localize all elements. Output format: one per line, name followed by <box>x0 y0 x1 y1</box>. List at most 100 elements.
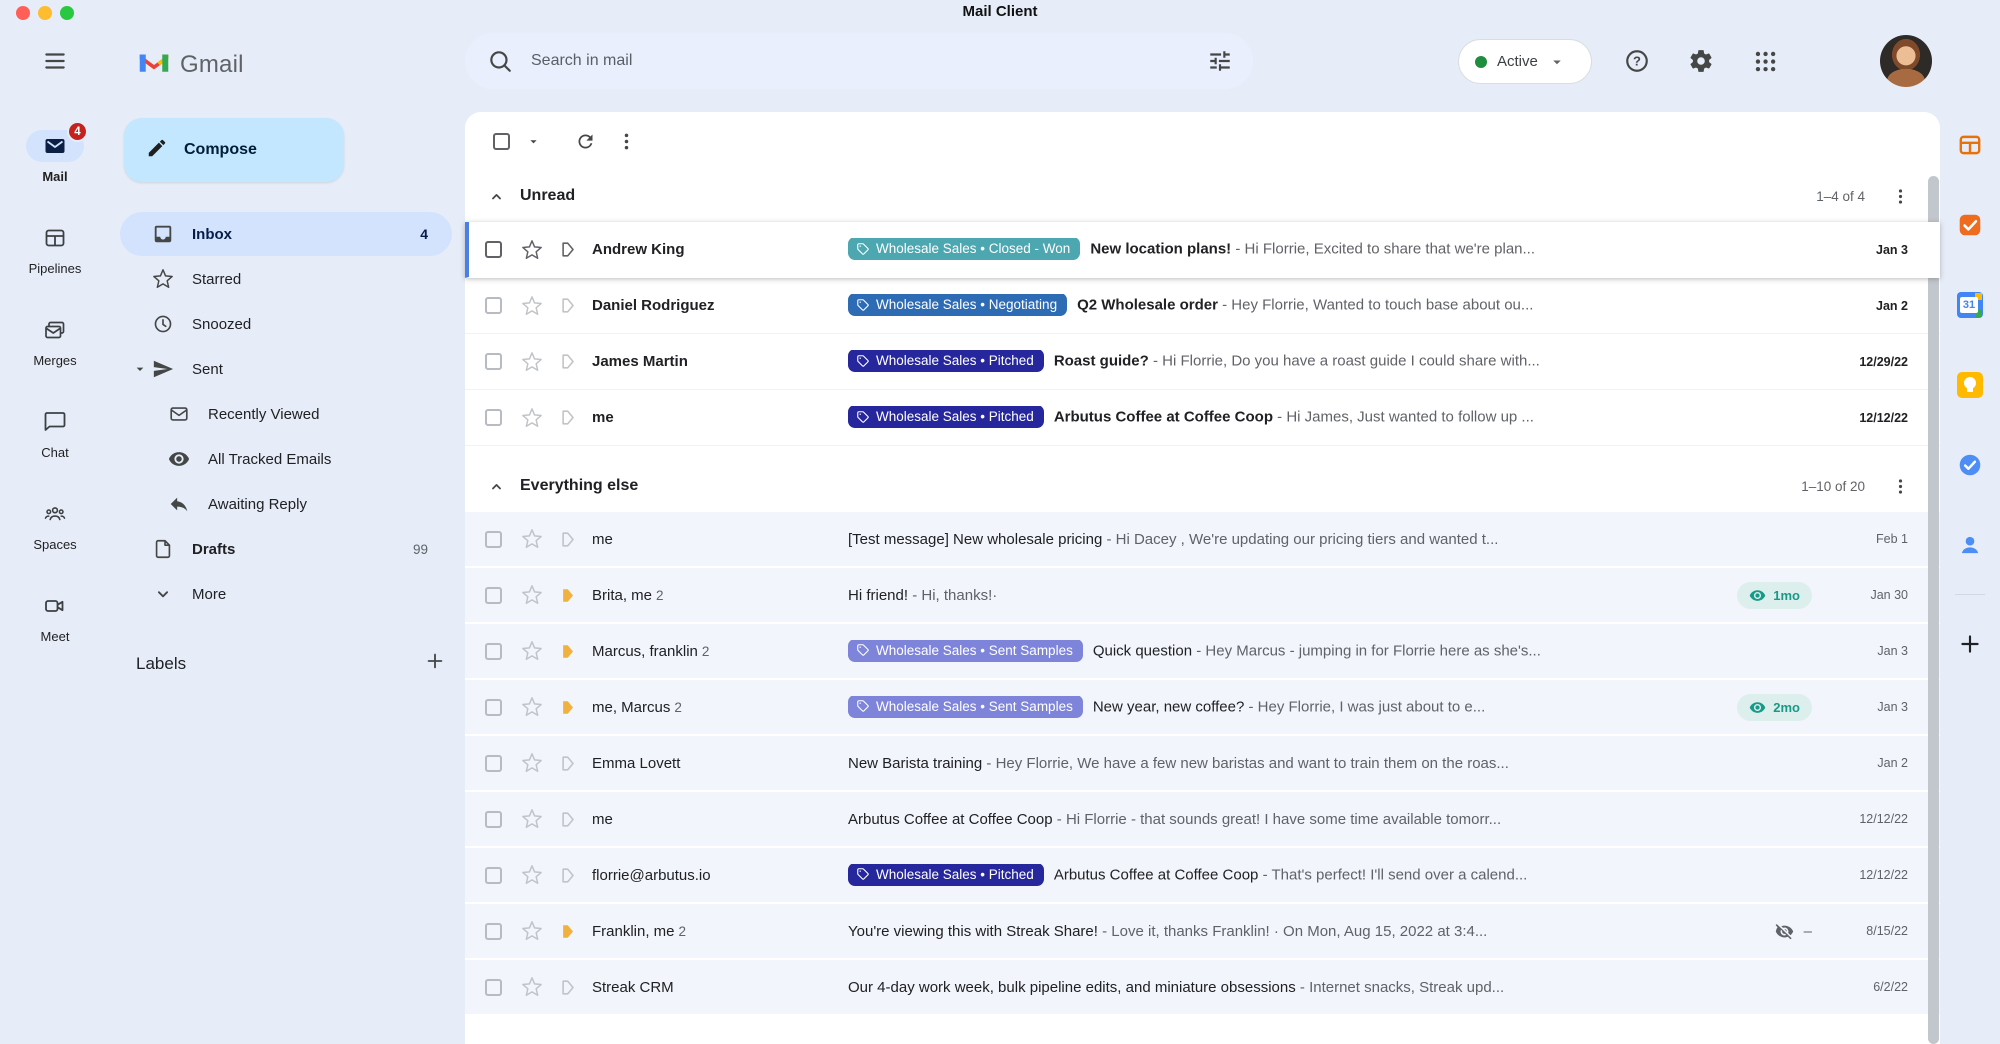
rail-item-mail[interactable]: 4Mail <box>0 130 110 186</box>
scrollbar[interactable] <box>1928 176 1939 1044</box>
expand-caret-icon[interactable] <box>132 361 152 377</box>
create-label-icon[interactable] <box>424 650 446 677</box>
row-checkbox[interactable] <box>485 867 502 884</box>
keep-icon[interactable] <box>1957 372 1983 398</box>
star-icon[interactable] <box>521 407 543 429</box>
sidebar-item-all-tracked-emails[interactable]: All Tracked Emails <box>120 437 452 481</box>
streak-pipeline-icon[interactable] <box>557 351 578 372</box>
mail-row[interactable]: Franklin, me2You're viewing this with St… <box>465 904 1940 960</box>
sidebar-item-awaiting-reply[interactable]: Awaiting Reply <box>120 482 452 526</box>
row-checkbox[interactable] <box>485 699 502 716</box>
streak-pipeline-icon[interactable] <box>557 585 578 606</box>
mail-row[interactable]: Daniel RodriguezWholesale Sales • Negoti… <box>465 278 1940 334</box>
rail-item-pipelines[interactable]: Pipelines <box>0 222 110 278</box>
row-checkbox[interactable] <box>485 811 502 828</box>
streak-pipeline-icon[interactable] <box>557 809 578 830</box>
mail-row[interactable]: florrie@arbutus.ioWholesale Sales • Pitc… <box>465 848 1940 904</box>
google-apps-grid-icon[interactable] <box>1752 48 1778 74</box>
streak-pipeline-icon[interactable] <box>557 865 578 886</box>
star-icon[interactable] <box>521 920 543 942</box>
streak-pipelines-icon[interactable] <box>1957 132 1983 158</box>
refresh-icon[interactable] <box>569 125 602 158</box>
collapse-section-icon[interactable] <box>487 187 506 206</box>
search-bar[interactable] <box>465 33 1253 89</box>
mail-row[interactable]: Brita, me2Hi friend! - Hi, thanks!·1moJa… <box>465 568 1940 624</box>
star-icon[interactable] <box>521 584 543 606</box>
mail-row[interactable]: Marcus, franklin2Wholesale Sales • Sent … <box>465 624 1940 680</box>
star-icon[interactable] <box>521 696 543 718</box>
streak-pipeline-icon[interactable] <box>557 407 578 428</box>
main-menu-icon[interactable] <box>42 48 68 74</box>
rail-item-merges[interactable]: Merges <box>0 314 110 370</box>
tasks-icon[interactable] <box>1957 452 1983 478</box>
streak-pipeline-icon[interactable] <box>557 921 578 942</box>
mail-row[interactable]: meWholesale Sales • PitchedArbutus Coffe… <box>465 390 1940 446</box>
streak-pipeline-icon[interactable] <box>557 641 578 662</box>
mail-row[interactable]: me, Marcus2Wholesale Sales • Sent Sample… <box>465 680 1940 736</box>
email-tracking-badge[interactable]: 1mo <box>1737 582 1812 609</box>
star-icon[interactable] <box>521 864 543 886</box>
streak-pipeline-icon[interactable] <box>557 529 578 550</box>
more-options-icon[interactable] <box>610 125 643 158</box>
mail-row[interactable]: Emma LovettNew Barista training - Hey Fl… <box>465 736 1940 792</box>
rail-item-spaces[interactable]: Spaces <box>0 498 110 554</box>
pipeline-stage-badge[interactable]: Wholesale Sales • Sent Samples <box>848 640 1083 662</box>
mail-row[interactable]: meArbutus Coffee at Coffee Coop - Hi Flo… <box>465 792 1940 848</box>
row-checkbox[interactable] <box>485 979 502 996</box>
row-checkbox[interactable] <box>485 297 502 314</box>
select-all-checkbox[interactable] <box>493 133 510 150</box>
star-icon[interactable] <box>521 239 543 261</box>
sidebar-item-more[interactable]: More <box>120 572 452 616</box>
rail-item-chat[interactable]: Chat <box>0 406 110 462</box>
streak-pipeline-icon[interactable] <box>557 753 578 774</box>
pipeline-stage-badge[interactable]: Wholesale Sales • Pitched <box>848 406 1044 428</box>
row-checkbox[interactable] <box>485 755 502 772</box>
sidebar-item-starred[interactable]: Starred <box>120 257 452 301</box>
rail-item-meet[interactable]: Meet <box>0 590 110 646</box>
pipeline-stage-badge[interactable]: Wholesale Sales • Pitched <box>848 864 1044 886</box>
user-avatar[interactable] <box>1880 35 1932 87</box>
search-input[interactable] <box>531 52 1207 70</box>
mail-row[interactable]: James MartinWholesale Sales • PitchedRoa… <box>465 334 1940 390</box>
sidebar-item-inbox[interactable]: Inbox4 <box>120 212 452 256</box>
section-menu-icon[interactable] <box>1891 477 1910 496</box>
row-checkbox[interactable] <box>485 923 502 940</box>
contacts-icon[interactable] <box>1957 532 1983 558</box>
star-icon[interactable] <box>521 295 543 317</box>
pipeline-stage-badge[interactable]: Wholesale Sales • Negotiating <box>848 294 1067 316</box>
sidebar-item-recently-viewed[interactable]: Recently Viewed <box>120 392 452 436</box>
star-icon[interactable] <box>521 528 543 550</box>
calendar-icon[interactable]: 31 <box>1957 292 1983 318</box>
star-icon[interactable] <box>521 976 543 998</box>
streak-pipeline-icon[interactable] <box>557 239 578 260</box>
pipeline-stage-badge[interactable]: Wholesale Sales • Sent Samples <box>848 696 1083 718</box>
row-checkbox[interactable] <box>485 353 502 370</box>
compose-button[interactable]: Compose <box>124 118 344 182</box>
streak-pipeline-icon[interactable] <box>557 977 578 998</box>
star-icon[interactable] <box>521 752 543 774</box>
sidebar-item-drafts[interactable]: Drafts99 <box>120 527 452 571</box>
streak-pipeline-icon[interactable] <box>557 697 578 718</box>
settings-gear-icon[interactable] <box>1688 48 1714 74</box>
row-checkbox[interactable] <box>485 531 502 548</box>
section-menu-icon[interactable] <box>1891 187 1910 206</box>
select-options-caret-icon[interactable] <box>520 128 547 155</box>
status-dropdown[interactable]: Active <box>1458 39 1592 84</box>
row-checkbox[interactable] <box>485 409 502 426</box>
mail-row[interactable]: Andrew KingWholesale Sales • Closed - Wo… <box>465 222 1940 278</box>
help-icon[interactable]: ? <box>1624 48 1650 74</box>
sidebar-item-snoozed[interactable]: Snoozed <box>120 302 452 346</box>
search-options-icon[interactable] <box>1207 48 1233 74</box>
row-checkbox[interactable] <box>485 587 502 604</box>
star-icon[interactable] <box>521 640 543 662</box>
pipeline-stage-badge[interactable]: Wholesale Sales • Pitched <box>848 350 1044 372</box>
collapse-section-icon[interactable] <box>487 477 506 496</box>
row-checkbox[interactable] <box>485 643 502 660</box>
streak-tasks-icon[interactable] <box>1957 212 1983 238</box>
mail-row[interactable]: Streak CRMOur 4-day work week, bulk pipe… <box>465 960 1940 1016</box>
star-icon[interactable] <box>521 351 543 373</box>
streak-pipeline-icon[interactable] <box>557 295 578 316</box>
get-add-ons-icon[interactable] <box>1957 631 1983 657</box>
mail-row[interactable]: me[Test message] New wholesale pricing -… <box>465 512 1940 568</box>
star-icon[interactable] <box>521 808 543 830</box>
